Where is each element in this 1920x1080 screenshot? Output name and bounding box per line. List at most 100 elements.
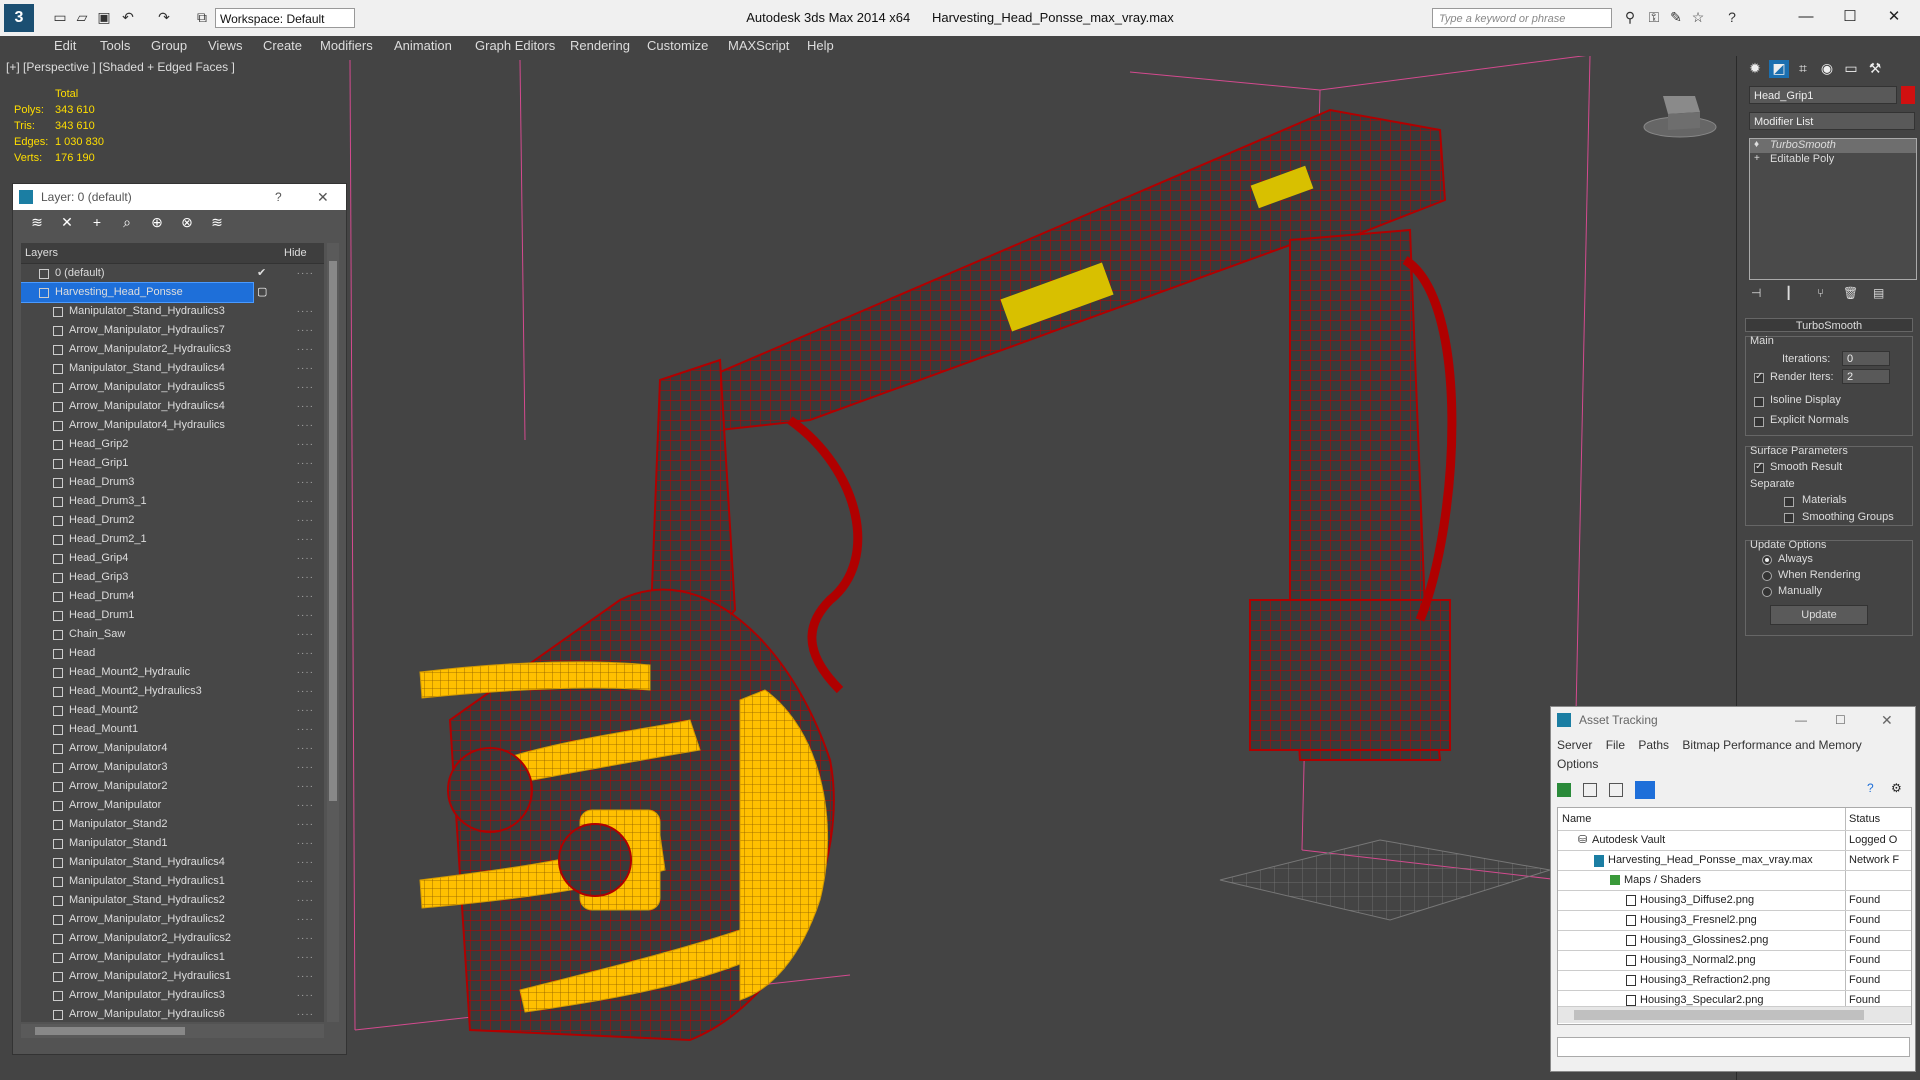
- signin-icon[interactable]: ✎: [1668, 9, 1684, 25]
- object-color-swatch[interactable]: [1901, 86, 1915, 104]
- menu-options[interactable]: Options: [1557, 757, 1598, 771]
- layer-explorer-header[interactable]: Layer: 0 (default) ? ✕: [13, 184, 346, 210]
- list-item[interactable]: Arrow_Manipulator3 ····: [21, 758, 324, 777]
- menu-rendering[interactable]: Rendering: [570, 38, 630, 53]
- list-item[interactable]: Head_Mount2_Hydraulics3 ····: [21, 682, 324, 701]
- list-item[interactable]: Arrow_Manipulator_Hydraulics7 ····: [21, 321, 324, 340]
- table-row[interactable]: Housing3_Fresnel2.png Found: [1558, 911, 1911, 931]
- horizontal-scrollbar[interactable]: [21, 1024, 324, 1038]
- visibility-toggle[interactable]: ····: [297, 815, 314, 834]
- help-button[interactable]: ?: [275, 184, 282, 210]
- list-item[interactable]: Arrow_Manipulator4 ····: [21, 739, 324, 758]
- motion-tab-icon[interactable]: ◉: [1817, 60, 1837, 78]
- visibility-toggle[interactable]: ····: [297, 340, 314, 359]
- col-hide[interactable]: Hide: [284, 247, 307, 259]
- visibility-toggle[interactable]: ····: [297, 948, 314, 967]
- create-tab-icon[interactable]: ✹: [1745, 60, 1765, 78]
- update-button[interactable]: Update: [1770, 605, 1868, 625]
- visibility-toggle[interactable]: ····: [297, 834, 314, 853]
- table-view-icon[interactable]: [1635, 781, 1655, 799]
- table-row[interactable]: Housing3_Refraction2.png Found: [1558, 971, 1911, 991]
- visibility-toggle[interactable]: ····: [297, 530, 314, 549]
- stack-item-editable-poly[interactable]: + Editable Poly: [1750, 153, 1916, 167]
- key-icon[interactable]: ⚿: [1646, 9, 1662, 25]
- when-rendering-radio[interactable]: [1762, 571, 1772, 581]
- close-button[interactable]: ✕: [1874, 4, 1914, 30]
- rollout-header[interactable]: TurboSmooth: [1745, 318, 1913, 332]
- select-layer-icon[interactable]: ⊕: [149, 214, 165, 230]
- expand-icon[interactable]: +: [1754, 153, 1760, 164]
- visibility-toggle[interactable]: ····: [297, 454, 314, 473]
- list-item[interactable]: Arrow_Manipulator_Hydraulics1 ····: [21, 948, 324, 967]
- minimize-button[interactable]: —: [1795, 707, 1807, 733]
- hierarchy-tab-icon[interactable]: ⌗: [1793, 60, 1813, 78]
- visibility-toggle[interactable]: ····: [297, 720, 314, 739]
- modify-tab-icon[interactable]: ◩: [1769, 60, 1789, 78]
- visibility-toggle[interactable]: ····: [297, 492, 314, 511]
- explicit-normals-checkbox[interactable]: [1754, 417, 1764, 427]
- visibility-toggle[interactable]: ····: [297, 1005, 314, 1022]
- iterations-spinner[interactable]: 0: [1842, 351, 1890, 366]
- visibility-toggle[interactable]: ····: [297, 568, 314, 587]
- help-icon[interactable]: ?: [1724, 9, 1740, 25]
- favorite-icon[interactable]: ☆: [1690, 9, 1706, 25]
- menu-edit[interactable]: Edit: [54, 38, 76, 53]
- materials-checkbox[interactable]: [1784, 497, 1794, 507]
- minimize-button[interactable]: —: [1786, 4, 1826, 30]
- visibility-toggle[interactable]: ····: [297, 321, 314, 340]
- visibility-toggle[interactable]: ····: [297, 587, 314, 606]
- visibility-toggle[interactable]: ····: [297, 910, 314, 929]
- menu-modifiers[interactable]: Modifiers: [320, 38, 373, 53]
- col-name[interactable]: Name: [1558, 813, 1591, 825]
- new-layer-icon[interactable]: ≋: [29, 214, 45, 230]
- list-item[interactable]: Manipulator_Stand_Hydraulics3 ····: [21, 302, 324, 321]
- visibility-toggle[interactable]: ····: [297, 359, 314, 378]
- menu-graph-editors[interactable]: Graph Editors: [475, 38, 555, 53]
- list-item[interactable]: Head_Grip2 ····: [21, 435, 324, 454]
- visibility-toggle[interactable]: ····: [297, 625, 314, 644]
- visibility-toggle[interactable]: ····: [297, 986, 314, 1005]
- visibility-toggle[interactable]: ····: [297, 872, 314, 891]
- menu-maxscript[interactable]: MAXScript: [728, 38, 789, 53]
- scrollbar-thumb[interactable]: [329, 261, 337, 801]
- visibility-toggle[interactable]: ····: [297, 853, 314, 872]
- add-to-layer-icon[interactable]: +: [89, 214, 105, 230]
- delete-layer-icon[interactable]: ✕: [59, 214, 75, 230]
- list-item[interactable]: Harvesting_Head_Ponsse ▢: [21, 282, 267, 303]
- show-end-result-icon[interactable]: ┃: [1785, 286, 1792, 300]
- list-item[interactable]: 0 (default) ✔ ····: [21, 264, 324, 283]
- list-item[interactable]: Head_Drum1 ····: [21, 606, 324, 625]
- configure-sets-icon[interactable]: ▤: [1873, 286, 1884, 300]
- remove-modifier-icon[interactable]: 🗑: [1843, 286, 1858, 300]
- set-current-icon[interactable]: ⊗: [179, 214, 195, 230]
- menu-create[interactable]: Create: [263, 38, 302, 53]
- table-row[interactable]: Housing3_Normal2.png Found: [1558, 951, 1911, 971]
- stack-item-turbosmooth[interactable]: ♦ TurboSmooth: [1750, 139, 1916, 153]
- horizontal-scrollbar[interactable]: [1558, 1006, 1911, 1023]
- visibility-toggle[interactable]: ····: [297, 511, 314, 530]
- list-item[interactable]: Head_Grip3 ····: [21, 568, 324, 587]
- list-item[interactable]: Head_Mount2 ····: [21, 701, 324, 720]
- list-view-icon[interactable]: [1583, 783, 1597, 797]
- list-item[interactable]: Manipulator_Stand_Hydraulics4 ····: [21, 853, 324, 872]
- list-item[interactable]: Head ····: [21, 644, 324, 663]
- display-tab-icon[interactable]: ▭: [1841, 60, 1861, 78]
- list-item[interactable]: Arrow_Manipulator_Hydraulics2 ····: [21, 910, 324, 929]
- menu-animation[interactable]: Animation: [394, 38, 452, 53]
- visibility-toggle[interactable]: ····: [297, 264, 314, 283]
- modifier-list-dropdown[interactable]: Modifier List: [1749, 112, 1915, 130]
- refresh-icon[interactable]: [1557, 783, 1571, 797]
- table-row[interactable]: ⛁ Autodesk Vault Logged O: [1558, 831, 1911, 851]
- table-row[interactable]: Maps / Shaders: [1558, 871, 1911, 891]
- visibility-toggle[interactable]: ····: [297, 378, 314, 397]
- help-icon[interactable]: ?: [1867, 781, 1874, 795]
- manually-radio[interactable]: [1762, 587, 1772, 597]
- list-item[interactable]: Manipulator_Stand1 ····: [21, 834, 324, 853]
- list-item[interactable]: Head_Drum2 ····: [21, 511, 324, 530]
- close-button[interactable]: ✕: [1881, 707, 1893, 733]
- hide-all-icon[interactable]: ≋: [209, 214, 225, 230]
- list-item[interactable]: Arrow_Manipulator ····: [21, 796, 324, 815]
- list-item[interactable]: Head_Grip4 ····: [21, 549, 324, 568]
- thumbnail-view-icon[interactable]: [1609, 783, 1623, 797]
- list-item[interactable]: Arrow_Manipulator2 ····: [21, 777, 324, 796]
